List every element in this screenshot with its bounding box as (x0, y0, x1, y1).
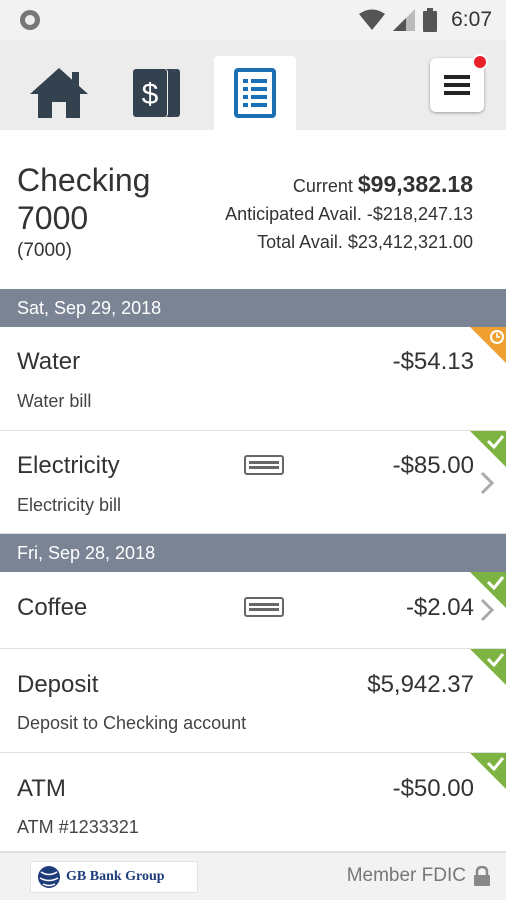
account-number: (7000) (17, 240, 72, 261)
globe-icon (38, 866, 60, 888)
transactions-icon (234, 68, 276, 118)
transaction-amount: -$85.00 (392, 452, 474, 479)
transaction-name: Coffee (17, 594, 88, 621)
account-balances: Current $99,382.18 Anticipated Avail. -$… (225, 170, 473, 256)
tab-accounts[interactable]: $ (116, 56, 198, 130)
clock-time: 6:07 (451, 8, 492, 31)
date-header: Fri, Sep 28, 2018 (0, 534, 506, 572)
transaction-description: Electricity bill (17, 495, 122, 515)
transaction-row[interactable]: ATM -$50.00 ATM #1233321 (0, 753, 506, 852)
date-header: Sat, Sep 29, 2018 (0, 289, 506, 327)
status-bar: 6:07 (0, 0, 506, 40)
cleared-check-icon (470, 753, 506, 789)
transaction-description: ATM #1233321 (17, 817, 139, 837)
transaction-amount: -$50.00 (392, 775, 474, 802)
transaction-amount: -$2.04 (405, 594, 474, 621)
tab-bar: $ (0, 40, 506, 130)
bank-logo: GB Bank Group (30, 861, 198, 893)
status-icons: 6:07 (359, 6, 492, 34)
anticipated-balance: Anticipated Avail. -$218,247.13 (225, 204, 473, 224)
footer: GB Bank Group Member FDIC (0, 852, 506, 900)
transaction-amount: $5,942.37 (367, 671, 474, 698)
transaction-name: Water (17, 348, 81, 375)
transaction-row[interactable]: Electricity -$85.00 Electricity bill (0, 431, 506, 534)
menu-icon (444, 75, 470, 95)
svg-text:$: $ (142, 78, 159, 111)
account-name: Checking 7000 (17, 162, 151, 236)
transaction-name: Electricity (17, 452, 120, 479)
tab-home[interactable] (18, 56, 100, 130)
signal-icon (393, 9, 416, 31)
wifi-icon (359, 9, 386, 30)
transaction-amount: -$54.13 (392, 348, 474, 375)
current-balance-row: Current $99,382.18 (225, 170, 473, 200)
account-summary: Checking 7000 (7000) Current $99,382.18 … (0, 130, 506, 289)
current-balance: $99,382.18 (357, 171, 473, 197)
notification-badge (472, 54, 488, 70)
transaction-name: ATM (17, 775, 66, 802)
fdic-notice: Member FDIC (347, 865, 490, 887)
cleared-check-icon (470, 431, 506, 467)
dollar-card-icon: $ (132, 69, 180, 117)
chevron-right-icon[interactable] (480, 471, 494, 495)
current-label: Current (292, 176, 353, 196)
transaction-row[interactable]: Water Water bill -$54.13 (0, 327, 506, 431)
transaction-row[interactable]: Deposit $5,942.37 Deposit to Checking ac… (0, 649, 506, 753)
lock-icon (474, 866, 490, 886)
pending-clock-icon (470, 327, 506, 363)
cleared-check-icon (470, 649, 506, 685)
transaction-name: Deposit (17, 671, 99, 698)
card-icon (244, 597, 284, 617)
transaction-row[interactable]: Coffee -$2.04 (0, 572, 506, 649)
chevron-right-icon[interactable] (480, 598, 494, 622)
home-icon (30, 68, 88, 118)
fdic-label: Member FDIC (346, 865, 466, 886)
transaction-description: Deposit to Checking account (17, 713, 247, 733)
menu-button[interactable] (430, 54, 488, 112)
transaction-description: Water bill (17, 391, 92, 411)
notification-circle-icon (20, 10, 40, 30)
tab-transactions[interactable] (214, 56, 296, 130)
battery-icon (423, 8, 438, 32)
card-icon (244, 455, 284, 475)
total-available: Total Avail. $23,412,321.00 (257, 232, 473, 252)
bank-logo-text: GB Bank Group (66, 869, 165, 884)
